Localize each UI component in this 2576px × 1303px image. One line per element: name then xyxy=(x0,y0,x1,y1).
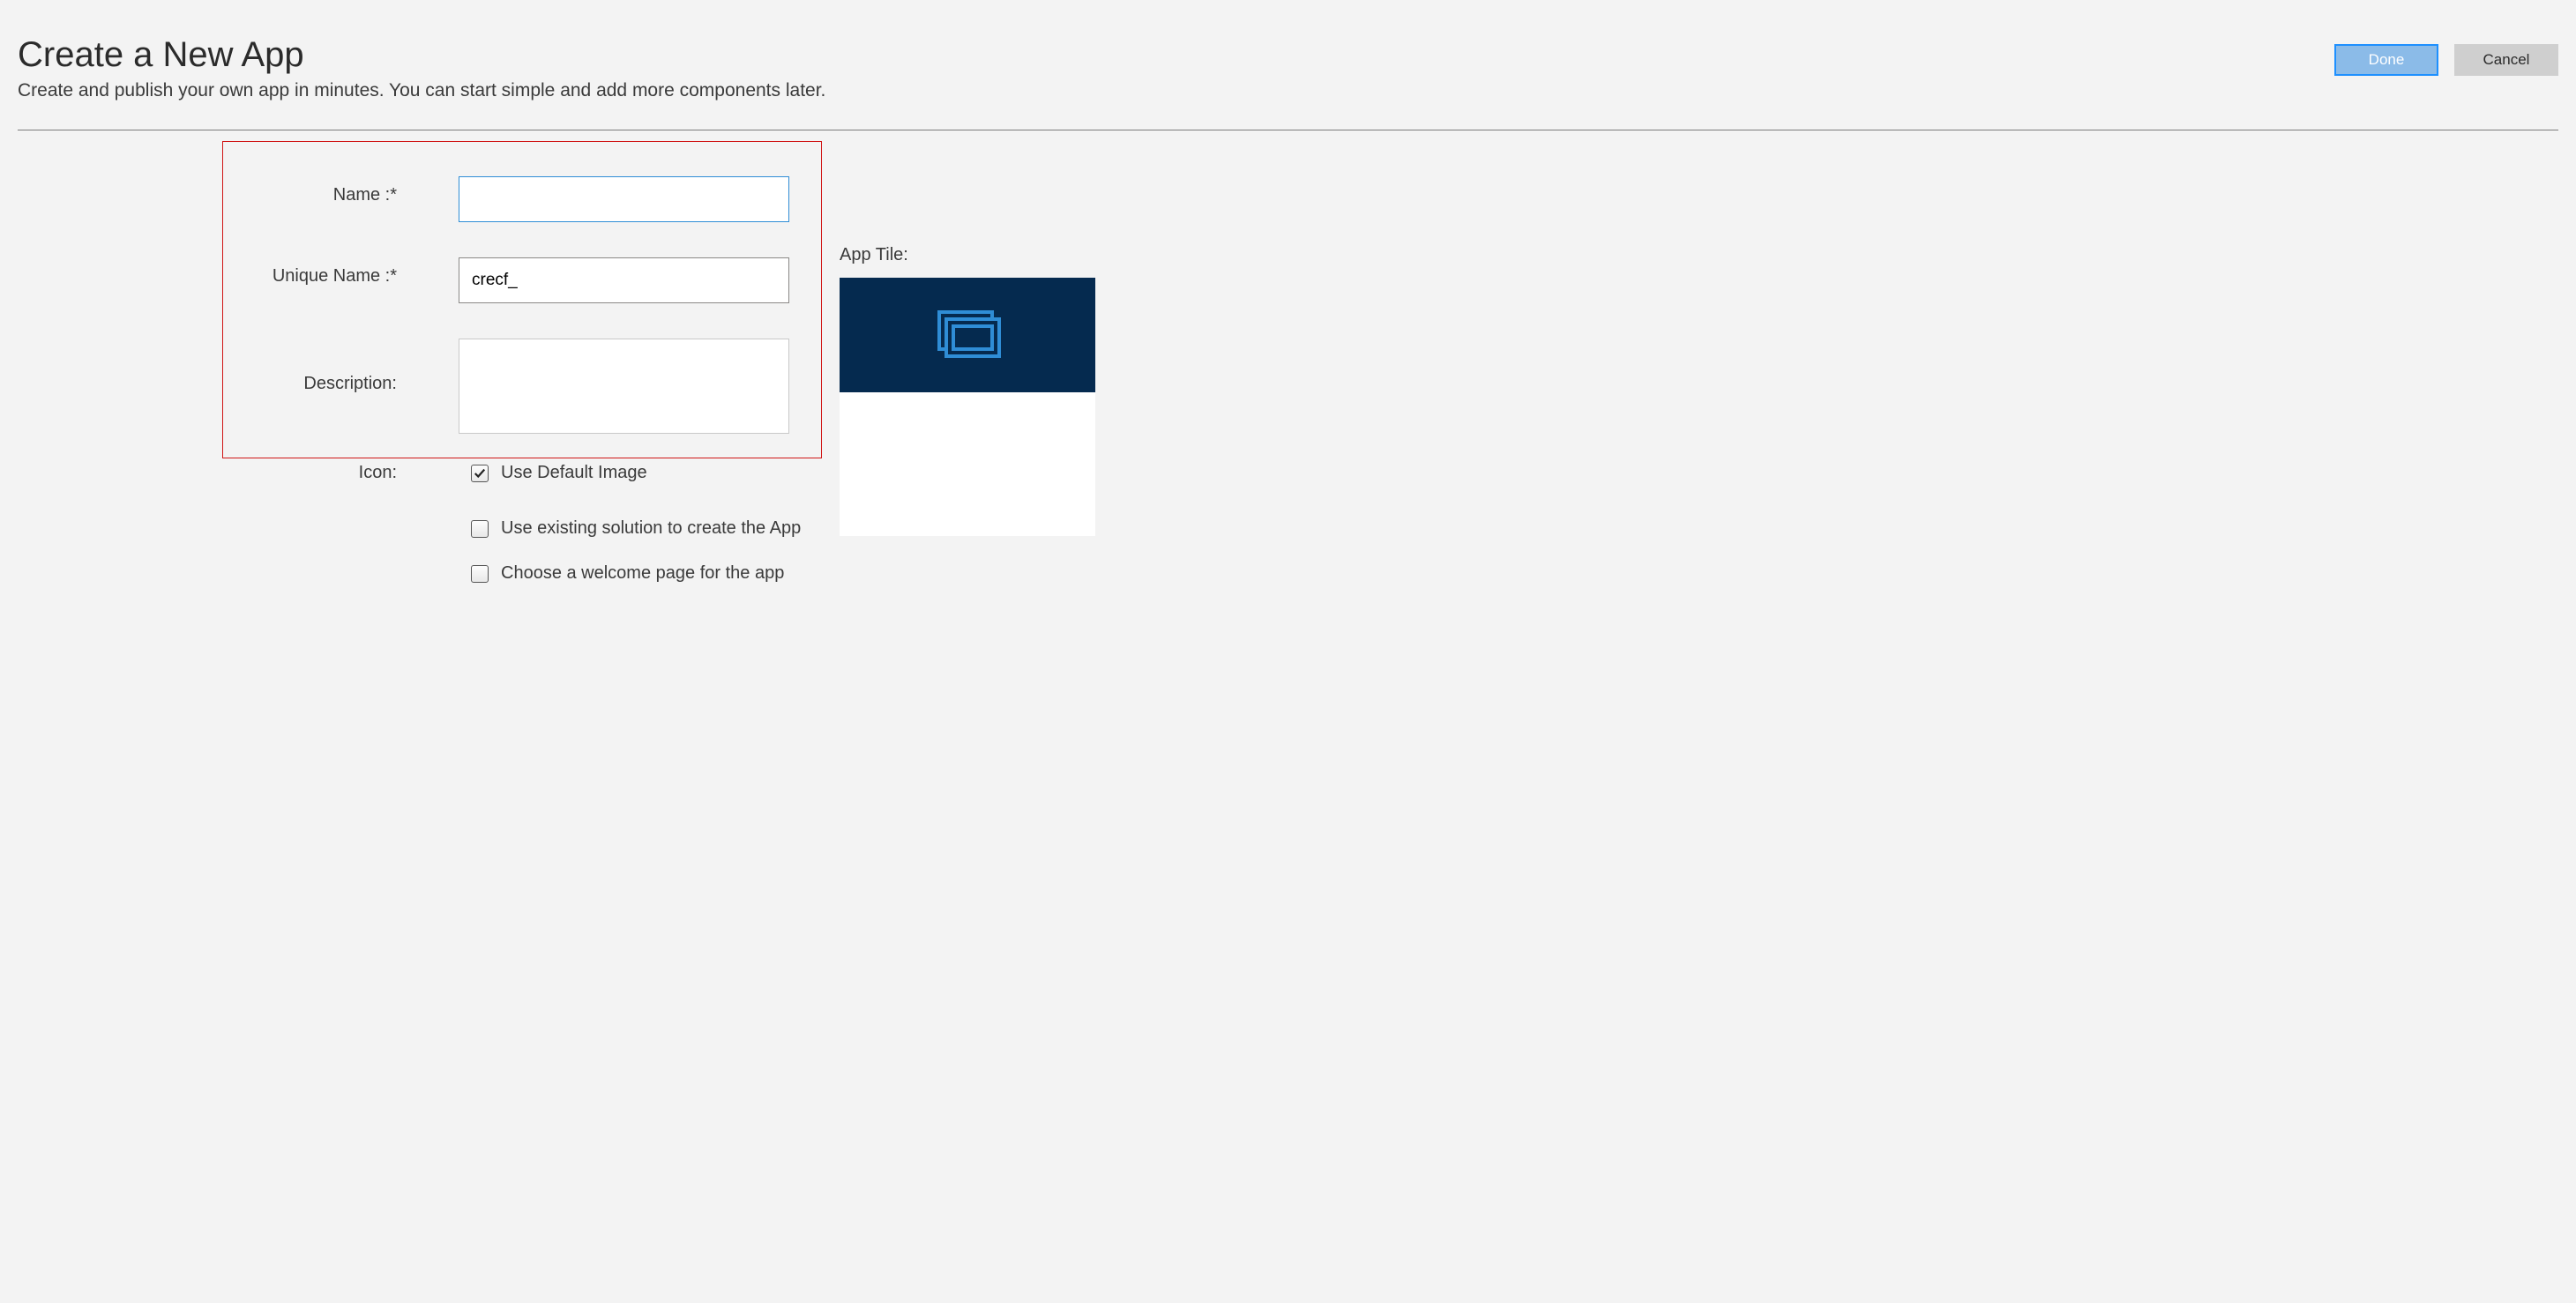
action-buttons: Done Cancel xyxy=(2334,44,2558,76)
use-default-image-checkbox[interactable] xyxy=(471,465,489,482)
cancel-button[interactable]: Cancel xyxy=(2454,44,2558,76)
description-input[interactable] xyxy=(459,339,789,434)
use-default-image-label: Use Default Image xyxy=(501,463,647,483)
unique-name-label: Unique Name :* xyxy=(18,257,459,287)
use-existing-solution-label: Use existing solution to create the App xyxy=(501,518,801,539)
app-stack-icon xyxy=(932,309,1003,361)
checkmark-icon xyxy=(474,467,486,480)
choose-welcome-page-checkbox[interactable] xyxy=(471,565,489,583)
icon-label: Icon: xyxy=(18,463,459,483)
app-tile-header xyxy=(840,278,1095,392)
app-tile-label: App Tile: xyxy=(840,245,1095,265)
description-label: Description: xyxy=(18,339,459,394)
app-tile-preview xyxy=(840,278,1095,536)
done-button[interactable]: Done xyxy=(2334,44,2438,76)
unique-name-input[interactable] xyxy=(459,257,789,303)
page-title: Create a New App xyxy=(18,35,825,75)
name-label: Name :* xyxy=(18,176,459,205)
choose-welcome-page-label: Choose a welcome page for the app xyxy=(501,563,784,584)
name-input[interactable] xyxy=(459,176,789,222)
page-subtitle: Create and publish your own app in minut… xyxy=(18,80,825,101)
use-existing-solution-checkbox[interactable] xyxy=(471,520,489,538)
